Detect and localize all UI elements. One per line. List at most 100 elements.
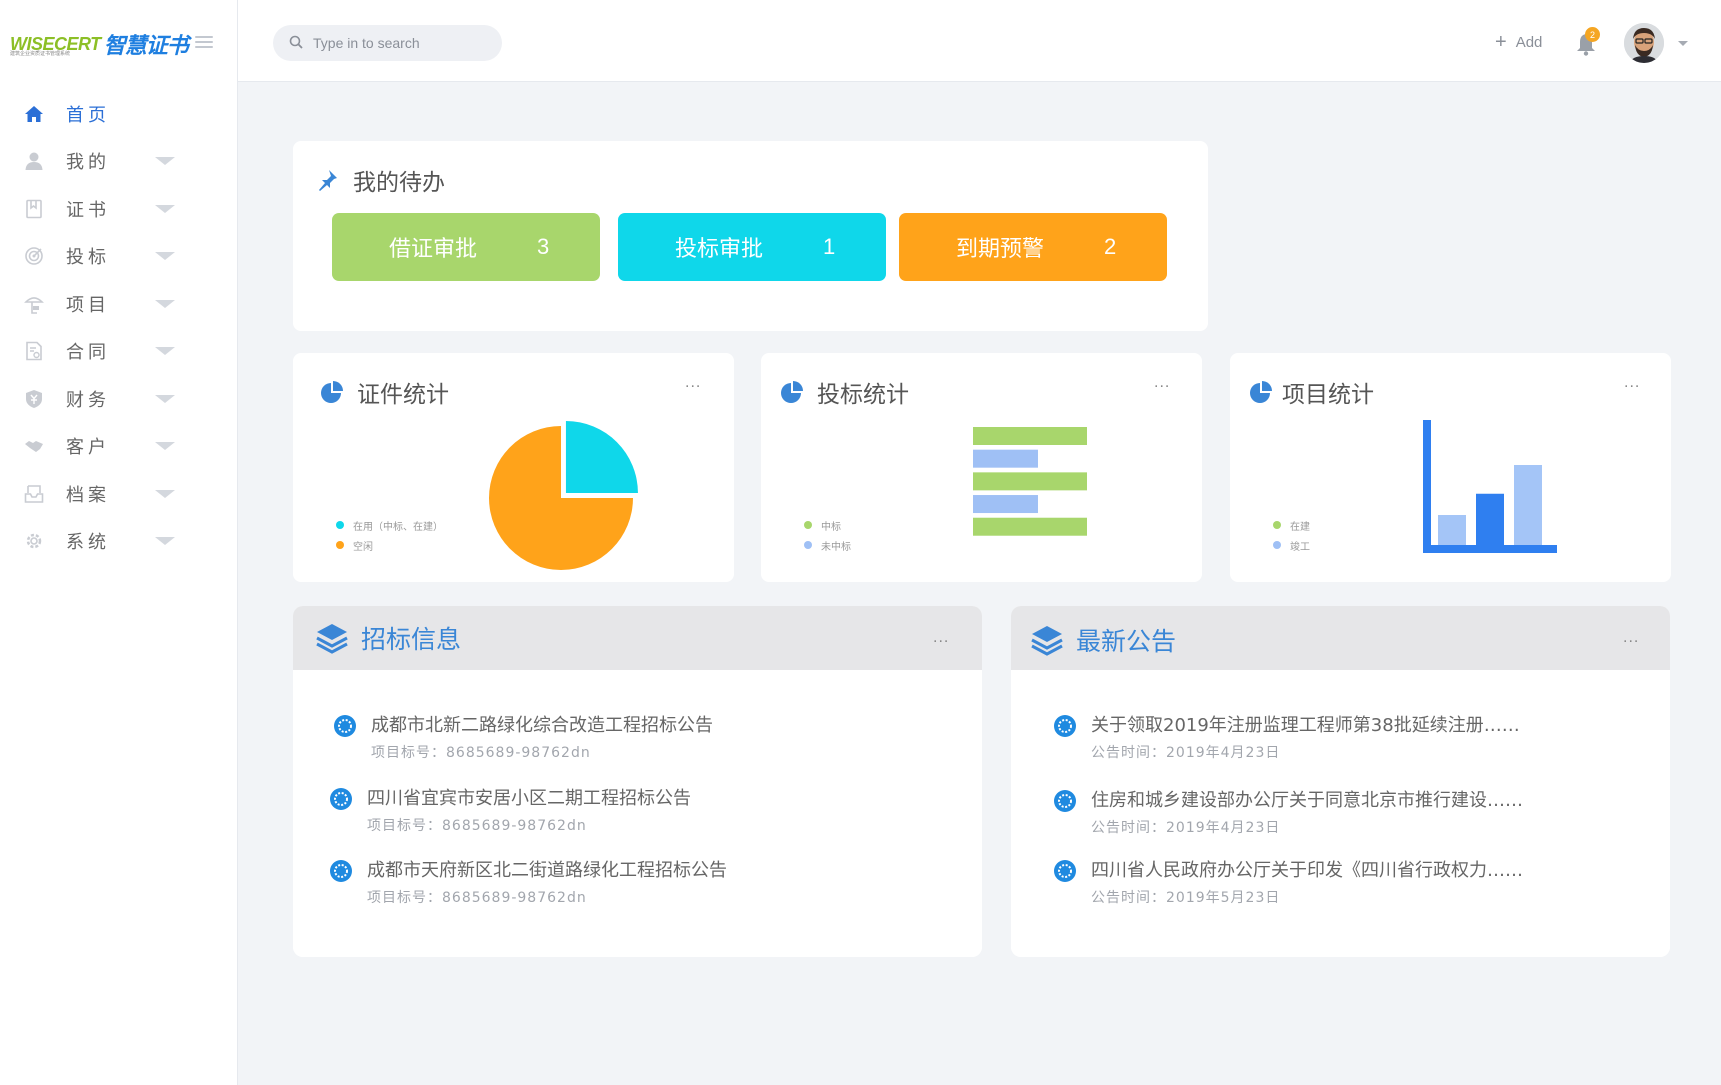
sidebar-item-label: 我的 [66,152,110,174]
bid-approval-button[interactable]: 投标审批 1 [618,213,886,281]
search-input[interactable] [313,35,493,51]
cert-stats-title: 证件统计 [319,375,449,409]
chart-legend: 在用（中标、在建） 空闲 [336,515,443,555]
bar [973,472,1087,491]
chevron-down-icon[interactable] [155,252,175,261]
bar [973,517,1087,536]
search-icon [289,34,303,53]
bar [1438,515,1466,545]
chevron-down-icon[interactable] [155,299,175,308]
notification-badge: 2 [1585,27,1600,42]
bar [973,495,1038,514]
legend-item: 中标 [804,515,851,535]
sidebar-item-certificate[interactable]: 证书 [0,185,238,233]
hamburger-menu-icon[interactable] [195,36,213,48]
brand-logo[interactable]: WISECERT 智慧证书 建筑企业资质证书管理系统 [10,28,189,60]
chart-legend: 中标 未中标 [804,515,851,555]
add-button[interactable]: + Add [1495,32,1542,52]
sidebar-item-label: 投标 [66,247,110,269]
cert-pie-chart [489,421,638,570]
layers-icon [315,621,361,655]
top-header: + Add 2 [238,0,1721,82]
chevron-down-icon[interactable] [155,489,175,498]
chevron-down-icon[interactable] [1678,41,1688,46]
chevron-down-icon[interactable] [155,442,175,451]
sidebar-item-system[interactable]: 系统 [0,518,238,566]
chart-legend: 在建 竣工 [1273,515,1310,555]
todo-button-label: 投标审批 [675,237,764,262]
project-bar-chart [1423,420,1557,553]
more-options-icon[interactable]: ... [933,630,949,646]
sidebar-item-archive[interactable]: 档案 [0,470,238,518]
chevron-down-icon[interactable] [155,157,175,166]
search-bar[interactable] [273,25,502,61]
bid-stats-card: 投标统计 ... 中标 未中标 [761,353,1202,582]
chevron-down-icon[interactable] [155,537,175,546]
chevron-down-icon[interactable] [155,347,175,356]
project-icon [24,294,44,314]
expiry-warning-button[interactable]: 到期预警 2 [899,213,1167,281]
legend-item: 空闲 [336,535,443,555]
notice-gear-icon [1053,859,1077,883]
todo-button-count: 3 [537,234,550,259]
sidebar-item-finance[interactable]: 财务 [0,375,238,423]
list-item-title: 成都市天府新区北二街道路绿化工程招标公告 [367,860,727,881]
pin-icon [315,168,339,192]
notice-gear-icon [333,714,357,738]
cert-stats-card: 证件统计 ... 在用（中标、在建） 空闲 [293,353,734,582]
list-item-subtitle: 公告时间：2019年5月23日 [1091,890,1281,906]
chevron-down-icon[interactable] [155,394,175,403]
bidding-info-title: 招标信息 [315,620,461,656]
todo-button-label: 到期预警 [956,237,1045,262]
target-icon [24,246,44,266]
sidebar-item-mine[interactable]: 我的 [0,138,238,186]
sidebar-item-label: 系统 [66,532,110,554]
add-label: Add [1515,33,1543,51]
todo-button-label: 借证审批 [389,237,478,262]
project-stats-card: 项目统计 ... 在建 竣工 [1230,353,1671,582]
sidebar-item-label: 财务 [66,389,110,411]
bar [1476,493,1504,545]
pie-chart-icon [1248,379,1274,405]
borrow-approval-button[interactable]: 借证审批 3 [332,213,600,281]
sidebar-item-contract[interactable]: 合同 [0,328,238,376]
handshake-icon [24,436,44,456]
certificate-icon [24,199,44,219]
sidebar-item-label: 首页 [66,104,110,126]
sidebar-item-home[interactable]: 首页 [0,90,238,138]
pie-chart-icon [779,379,805,405]
sidebar-item-customer[interactable]: 客户 [0,423,238,471]
list-item-title: 关于领取2019年注册监理工程师第38批延续注册…… [1091,715,1520,736]
user-icon [24,151,44,171]
latest-notices-title: 最新公告 [1030,622,1176,658]
more-options-icon[interactable]: ... [685,375,701,391]
logo-subtitle: 建筑企业资质证书管理系统 [10,51,71,57]
legend-item: 在建 [1273,515,1310,535]
notice-gear-icon [329,859,353,883]
bar [973,427,1087,445]
chevron-down-icon[interactable] [155,204,175,213]
legend-item: 竣工 [1273,535,1310,555]
todo-button-count: 2 [1104,234,1117,259]
home-icon [24,104,44,124]
finance-shield-icon [24,389,44,409]
bar [1514,465,1542,545]
x-axis [1423,545,1557,553]
sidebar-item-project[interactable]: 项目 [0,280,238,328]
sidebar-item-label: 项目 [66,294,110,316]
list-item-subtitle: 公告时间：2019年4月23日 [1091,745,1281,761]
notice-gear-icon [1053,714,1077,738]
todo-button-count: 1 [823,234,836,259]
latest-notices-header: 最新公告 ... [1011,606,1670,670]
notice-gear-icon [329,787,353,811]
list-item-title: 成都市北新二路绿化综合改造工程招标公告 [371,715,713,736]
list-item-subtitle: 项目标号：8685689-98762dn [371,745,591,761]
sidebar-item-label: 证书 [66,199,110,221]
more-options-icon[interactable]: ... [1623,630,1639,646]
list-item-subtitle: 项目标号：8685689-98762dn [367,818,587,834]
more-options-icon[interactable]: ... [1154,375,1170,391]
more-options-icon[interactable]: ... [1624,375,1640,391]
bidding-info-list: 成都市北新二路绿化综合改造工程招标公告 项目标号：8685689-98762dn… [293,670,982,957]
avatar[interactable] [1624,23,1664,63]
sidebar-item-bidding[interactable]: 投标 [0,233,238,281]
